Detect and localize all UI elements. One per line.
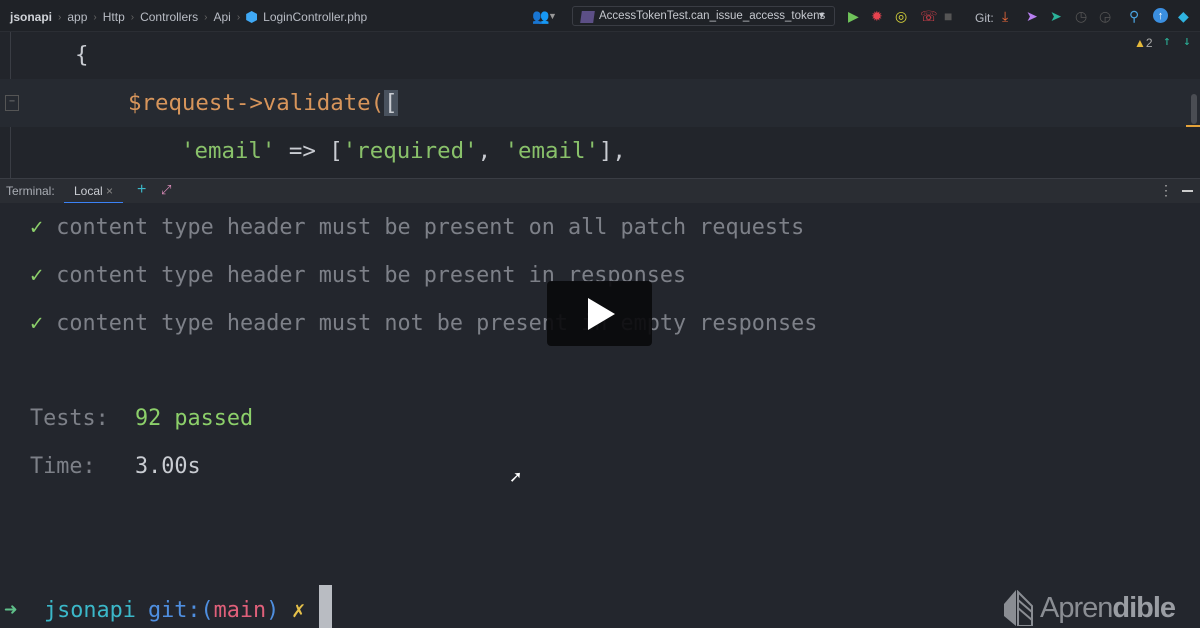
history-icon[interactable]: ◷ [1075, 8, 1087, 24]
terminal-header: Terminal: Local × + ⤢ ⋮ [0, 178, 1200, 204]
test-result: ✓ content type header must not be presen… [30, 311, 817, 336]
breadcrumb-controllers[interactable]: Controllers [140, 10, 198, 24]
code-token: $request [128, 90, 236, 116]
run-icon[interactable]: ▶ [848, 8, 859, 24]
add-tab-icon[interactable]: + [137, 181, 146, 199]
git-commit-icon[interactable]: ➤ [1050, 8, 1062, 24]
logo-icon [1004, 590, 1033, 626]
check-icon: ✓ [30, 263, 44, 288]
tab-label: Local [74, 184, 103, 198]
play-video-button[interactable] [547, 281, 652, 346]
stop-icon[interactable]: ■ [944, 8, 952, 24]
aprendible-logo: Aprendible [1004, 590, 1176, 626]
prompt-directory: jsonapi [44, 598, 136, 623]
code-token: => [ [275, 138, 343, 164]
logo-text: Apren [1040, 591, 1113, 624]
git-branch: main [213, 598, 267, 623]
code-token: 'email' [504, 138, 599, 164]
code-editor[interactable]: − ▲2 ↑ ↓ { $request->validate([ 'email' … [0, 32, 1200, 178]
git-update-icon[interactable]: ⤓ [1002, 8, 1008, 24]
git-label: Git: [975, 11, 994, 25]
breadcrumb-http[interactable]: Http [103, 10, 125, 24]
arrow-up-icon[interactable]: ↑ [1163, 34, 1171, 49]
php-file-icon [246, 11, 258, 23]
code-token: , [477, 138, 505, 164]
run-config-label: AccessTokenTest.can_issue_access_tokens [599, 10, 826, 22]
breadcrumb-project[interactable]: jsonapi [10, 10, 52, 24]
breadcrumb-app[interactable]: app [67, 10, 87, 24]
rollback-icon[interactable]: ◶ [1099, 8, 1111, 24]
test-name: content type header must be present on a… [56, 215, 805, 240]
test-name: content type header must not be present … [56, 311, 818, 336]
git-push-icon[interactable]: ➤ [1026, 8, 1038, 24]
debug-icon[interactable]: ✹ [871, 8, 883, 24]
phpunit-icon [580, 11, 595, 23]
code-token: 'required' [342, 138, 478, 164]
more-icon[interactable]: ⋮ [1159, 182, 1173, 199]
coverage-icon[interactable]: ◎ [895, 8, 907, 24]
run-config-select[interactable]: AccessTokenTest.can_issue_access_tokens ▼ [572, 6, 835, 26]
terminal-label: Terminal: [6, 184, 55, 198]
code-token: ->validate( [235, 90, 385, 116]
phone-icon[interactable]: ☏ [920, 8, 938, 24]
breadcrumb-file[interactable]: LoginController.php [263, 10, 367, 24]
prompt-arrow-icon: ➜ [4, 598, 18, 623]
warning-icon[interactable]: ▲2 [1134, 36, 1153, 50]
logo-text-bold: dible [1112, 591, 1176, 624]
mouse-cursor-icon: ➚ [509, 469, 523, 486]
scroll-marker [1186, 125, 1200, 127]
expand-icon[interactable]: ⤢ [161, 182, 171, 198]
chevron-down-icon: ▼ [817, 10, 826, 20]
terminal-output[interactable]: ✓ content type header must be present on… [0, 203, 1200, 628]
code-token: ], [598, 138, 626, 164]
close-icon[interactable]: × [106, 184, 113, 198]
time-value: 3.00s [135, 454, 201, 479]
check-icon: ✓ [30, 215, 44, 240]
dirty-icon: ✗ [292, 598, 306, 623]
users-icon[interactable]: 👥 [532, 8, 549, 24]
code-line: $request->validate([ [128, 90, 398, 116]
arrow-down-icon[interactable]: ↓ [1183, 34, 1191, 49]
git-suffix: ) [266, 598, 280, 623]
scrollbar[interactable] [1191, 94, 1197, 124]
chevron-down-icon[interactable]: ▼ [548, 8, 557, 24]
plugin-icon[interactable]: ◆ [1178, 8, 1189, 24]
breadcrumb: jsonapi › app › Http › Controllers › Api › Lo… [10, 10, 368, 24]
tests-value: 92 passed [135, 406, 254, 431]
time-label: Time: [30, 454, 96, 479]
breadcrumb-api[interactable]: Api [213, 10, 230, 24]
fold-icon[interactable]: − [5, 95, 19, 111]
terminal-cursor [319, 585, 332, 628]
git-prefix: git:( [148, 598, 214, 623]
check-icon: ✓ [30, 311, 44, 336]
test-result: ✓ content type header must be present on… [30, 215, 804, 240]
tests-label: Tests: [30, 406, 109, 431]
search-icon[interactable]: ⚲ [1129, 8, 1139, 24]
tab-local[interactable]: Local × [64, 179, 124, 204]
prompt-git: git:(main) [148, 598, 279, 623]
warning-count: 2 [1145, 36, 1153, 50]
code-token: 'email' [181, 138, 276, 164]
navigation-bar: jsonapi › app › Http › Controllers › Api › Lo… [0, 0, 1200, 32]
minimize-icon[interactable] [1182, 190, 1193, 192]
code-token: [ [384, 90, 398, 116]
code-line: 'email' => ['required', 'email'], [181, 138, 626, 164]
update-icon[interactable]: ↑ [1153, 8, 1168, 23]
code-line: { [75, 42, 89, 68]
